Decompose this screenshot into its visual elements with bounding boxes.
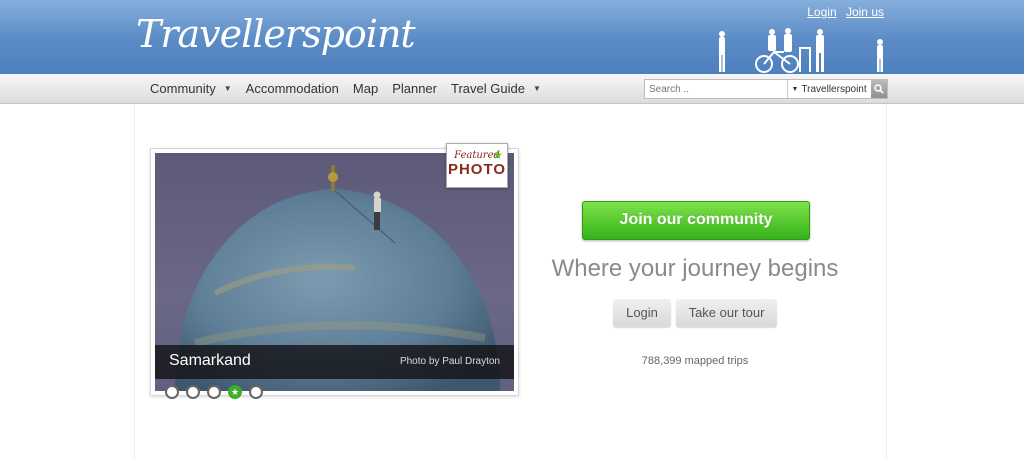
slide-dot-4[interactable]: ★: [228, 385, 242, 399]
nav-item-label: Map: [352, 81, 379, 96]
search-input[interactable]: [645, 80, 789, 98]
join-community-button[interactable]: Join our community: [582, 201, 810, 240]
nav-item-planner[interactable]: Planner: [392, 81, 437, 96]
search-scope-label: Travellerspoint: [801, 83, 867, 95]
travellers-silhouette-icon: [719, 28, 883, 73]
star-icon: ★: [230, 386, 240, 397]
site-logo[interactable]: Travellerspoint: [136, 12, 416, 56]
mapped-trips-count: 788,399 mapped trips: [641, 355, 749, 367]
login-button[interactable]: Login: [613, 299, 671, 327]
photo-place-name[interactable]: Samarkand: [169, 352, 251, 370]
join-link[interactable]: Join us: [846, 5, 884, 19]
nav-item-label: Travel Guide: [451, 81, 525, 96]
slide-dot-1[interactable]: [165, 385, 179, 399]
caret-down-icon: ▼: [791, 85, 799, 93]
search-icon: [874, 84, 884, 94]
nav-item-accommodation[interactable]: Accommodation: [246, 81, 339, 96]
caret-down-icon: ▼: [223, 84, 232, 93]
photo-credit[interactable]: Photo by Paul Drayton: [400, 356, 500, 367]
nav-item-label: Planner: [392, 81, 437, 96]
featured-photo[interactable]: Samarkand Photo by Paul Drayton: [155, 153, 514, 391]
site-header: Travellerspoint Login Join us: [0, 0, 1024, 74]
nav-item-label: Community: [150, 81, 216, 96]
main-nav: Community ▼ Accommodation Map Planner Tr…: [0, 74, 1024, 104]
take-tour-button[interactable]: Take our tour: [676, 299, 777, 327]
login-link[interactable]: Login: [807, 5, 836, 19]
search-scope-select[interactable]: ▼ Travellerspoint: [788, 80, 871, 98]
tagline: Where your journey begins: [551, 255, 839, 282]
star-icon: ★: [492, 148, 503, 162]
slide-dot-3[interactable]: [207, 385, 221, 399]
photo-caption-bar: Samarkand Photo by Paul Drayton: [155, 345, 514, 379]
nav-item-travel-guide[interactable]: Travel Guide ▼: [451, 81, 541, 96]
search-box: ▼ Travellerspoint: [644, 79, 888, 99]
nav-menu: Community ▼ Accommodation Map Planner Tr…: [150, 74, 555, 103]
slide-indicators: ★: [165, 385, 270, 399]
slide-dot-2[interactable]: [186, 385, 200, 399]
badge-photo-text: PHOTO: [447, 161, 507, 178]
slide-dot-5[interactable]: [249, 385, 263, 399]
caret-down-icon: ▼: [532, 84, 541, 93]
account-links: Login Join us: [801, 5, 884, 19]
featured-photo-badge: ★ Featured PHOTO: [446, 143, 508, 188]
nav-item-label: Accommodation: [245, 81, 339, 96]
search-button[interactable]: [871, 80, 887, 98]
nav-item-map[interactable]: Map: [353, 81, 378, 96]
nav-item-community[interactable]: Community ▼: [150, 81, 232, 96]
